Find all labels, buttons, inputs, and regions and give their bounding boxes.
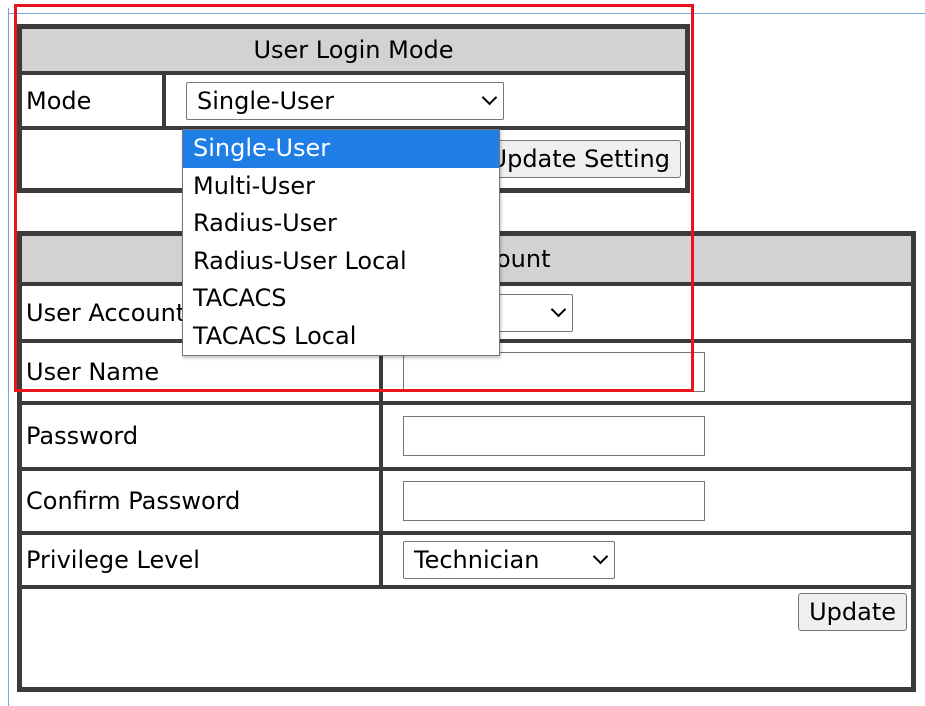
privilege-level-select[interactable]: Technician <box>403 541 615 579</box>
page-guide-top <box>8 13 925 14</box>
mode-select-value: Single-User <box>197 86 335 115</box>
user-name-input[interactable] <box>403 352 705 392</box>
mode-option-tacacs[interactable]: TACACS <box>183 280 499 318</box>
mode-select[interactable]: Single-User <box>186 81 504 120</box>
update-button[interactable]: Update <box>798 593 907 631</box>
chevron-down-icon <box>550 301 567 317</box>
mode-option-multi-user[interactable]: Multi-User <box>183 168 499 206</box>
mode-option-radius-user[interactable]: Radius-User <box>183 205 499 243</box>
page-guide-left <box>8 8 9 706</box>
privilege-level-label: Privilege Level <box>20 533 381 587</box>
update-setting-button[interactable]: Update Setting <box>478 140 681 178</box>
mode-label: Mode <box>20 73 164 128</box>
user-login-mode-header: User Login Mode <box>20 27 687 73</box>
mode-dropdown-list: Single-User Multi-User Radius-User Radiu… <box>182 129 500 356</box>
mode-option-radius-user-local[interactable]: Radius-User Local <box>183 243 499 281</box>
privilege-level-value: Technician <box>414 546 540 574</box>
chevron-down-icon <box>481 89 498 105</box>
chevron-down-icon <box>592 548 609 565</box>
password-label: Password <box>20 403 381 469</box>
confirm-password-label: Confirm Password <box>20 469 381 533</box>
mode-option-tacacs-local[interactable]: TACACS Local <box>183 318 499 356</box>
mode-option-single-user[interactable]: Single-User <box>183 130 499 168</box>
confirm-password-input[interactable] <box>403 481 705 521</box>
password-input[interactable] <box>403 416 705 456</box>
